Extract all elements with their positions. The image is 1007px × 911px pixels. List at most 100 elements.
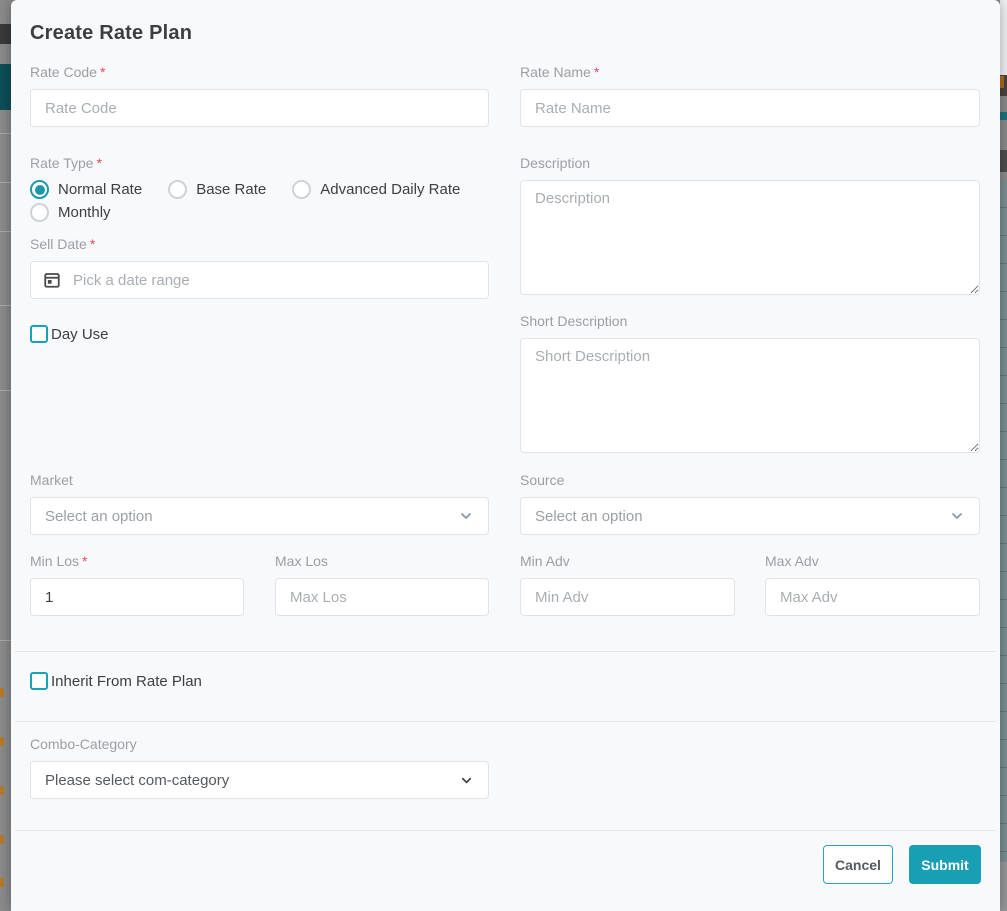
radio-monthly[interactable]: Monthly (30, 203, 111, 222)
background-fragment (0, 64, 11, 110)
required-asterisk: * (89, 236, 96, 252)
chevron-down-icon (461, 777, 472, 783)
rate-type-label: Rate Type * (30, 154, 489, 173)
short-description-field-group: Short Description (520, 312, 980, 458)
background-fragment (0, 786, 4, 795)
combo-category-select-value: Please select com-category (45, 771, 230, 789)
required-asterisk: * (82, 553, 88, 569)
day-use-checkbox[interactable]: Day Use (30, 325, 109, 343)
required-asterisk: * (99, 64, 106, 80)
cancel-button[interactable]: Cancel (823, 845, 893, 884)
combo-category-select[interactable]: Please select com-category (30, 761, 489, 799)
market-select-value: Select an option (45, 507, 153, 525)
radio-label: Advanced Daily Rate (320, 181, 461, 198)
checkbox-unchecked-icon (30, 325, 48, 343)
sell-date-label-text: Sell Date (30, 236, 87, 252)
max-adv-input[interactable] (765, 578, 980, 616)
background-fragment (0, 182, 11, 183)
background-fragment (1000, 862, 1007, 911)
background-fragment (0, 737, 4, 746)
min-los-input[interactable] (30, 578, 244, 616)
radio-unselected-icon (30, 203, 49, 222)
radio-advanced-daily-rate[interactable]: Advanced Daily Rate (292, 180, 460, 199)
calendar-icon (43, 271, 61, 289)
rate-code-label: Rate Code * (30, 63, 489, 82)
checkbox-unchecked-icon (30, 672, 48, 690)
background-fragment (1000, 112, 1007, 120)
source-select[interactable]: Select an option (520, 497, 980, 535)
background-right-strip (1000, 0, 1007, 911)
radio-label: Normal Rate (58, 181, 143, 198)
radio-selected-icon (30, 180, 49, 199)
background-fragment (0, 24, 11, 44)
rate-code-field-group: Rate Code * (30, 63, 489, 127)
rate-code-input[interactable] (30, 89, 489, 127)
min-los-label-text: Min Los (30, 553, 80, 569)
market-field-group: Market Select an option (30, 471, 489, 535)
radio-unselected-icon (292, 180, 312, 199)
min-los-label: Min Los * (30, 552, 244, 571)
rate-code-label-text: Rate Code (30, 64, 97, 80)
background-fragment (0, 133, 11, 134)
min-adv-field-group: Min Adv (520, 552, 735, 616)
combo-category-label: Combo-Category (30, 736, 137, 752)
inherit-from-rate-plan-label: Inherit From Rate Plan (51, 672, 202, 690)
footer-divider (15, 830, 996, 831)
radio-normal-rate[interactable]: Normal Rate (30, 180, 142, 199)
radio-unselected-icon (168, 180, 188, 199)
section-divider (15, 651, 996, 652)
background-fragment (1000, 0, 1007, 75)
max-adv-field-group: Max Adv (765, 552, 980, 616)
background-fragment (0, 390, 11, 391)
chevron-down-icon (952, 513, 962, 519)
source-label: Source (520, 472, 565, 488)
market-select[interactable]: Select an option (30, 497, 489, 535)
background-fragment (0, 878, 4, 887)
source-select-value: Select an option (535, 507, 643, 525)
sell-date-picker (30, 261, 489, 299)
sell-date-input[interactable] (30, 261, 489, 299)
sell-date-field-group: Sell Date * (30, 235, 489, 299)
max-los-input[interactable] (275, 578, 489, 616)
radio-base-rate[interactable]: Base Rate (168, 180, 266, 199)
min-adv-label: Min Adv (520, 553, 570, 569)
rate-type-radio-row-1: Normal Rate Base Rate Advanced Daily Rat… (30, 180, 489, 199)
background-fragment (0, 231, 11, 232)
max-adv-label: Max Adv (765, 553, 819, 569)
market-label: Market (30, 472, 73, 488)
background-fragment (1000, 76, 1004, 88)
rate-type-radio-row-2: Monthly (30, 203, 489, 222)
sell-date-label: Sell Date * (30, 235, 489, 254)
background-fragment (0, 305, 11, 306)
rate-name-input[interactable] (520, 89, 980, 127)
inherit-from-rate-plan-checkbox[interactable]: Inherit From Rate Plan (30, 672, 202, 690)
day-use-label: Day Use (51, 325, 109, 343)
source-field-group: Source Select an option (520, 471, 980, 535)
background-fragment (0, 640, 11, 641)
rate-type-field-group: Rate Type * Normal Rate Base Rate Advance… (30, 154, 489, 222)
short-description-textarea[interactable] (520, 338, 980, 453)
description-field-group: Description (520, 154, 980, 300)
short-description-label: Short Description (520, 313, 628, 329)
radio-label: Monthly (58, 204, 111, 221)
radio-label: Base Rate (196, 181, 267, 198)
background-fragment (1000, 150, 1007, 172)
description-textarea[interactable] (520, 180, 980, 295)
combo-category-field-group: Combo-Category Please select com-categor… (30, 735, 489, 799)
background-fragment (0, 688, 4, 697)
rate-name-label-text: Rate Name (520, 64, 591, 80)
min-adv-input[interactable] (520, 578, 735, 616)
submit-button[interactable]: Submit (909, 845, 981, 884)
required-asterisk: * (593, 64, 600, 80)
modal-title: Create Rate Plan (30, 22, 193, 44)
create-rate-plan-modal: Create Rate Plan Rate Code* Rate Name* R… (11, 0, 1000, 911)
required-asterisk: * (96, 155, 103, 171)
chevron-down-icon (461, 513, 471, 519)
rate-name-field-group: Rate Name * (520, 63, 980, 127)
rate-name-label: Rate Name * (520, 63, 980, 82)
background-left-strip (0, 0, 11, 911)
background-fragment (0, 835, 4, 844)
section-divider (15, 721, 996, 722)
background-fragment (1000, 180, 1007, 862)
max-los-field-group: Max Los (275, 552, 489, 616)
